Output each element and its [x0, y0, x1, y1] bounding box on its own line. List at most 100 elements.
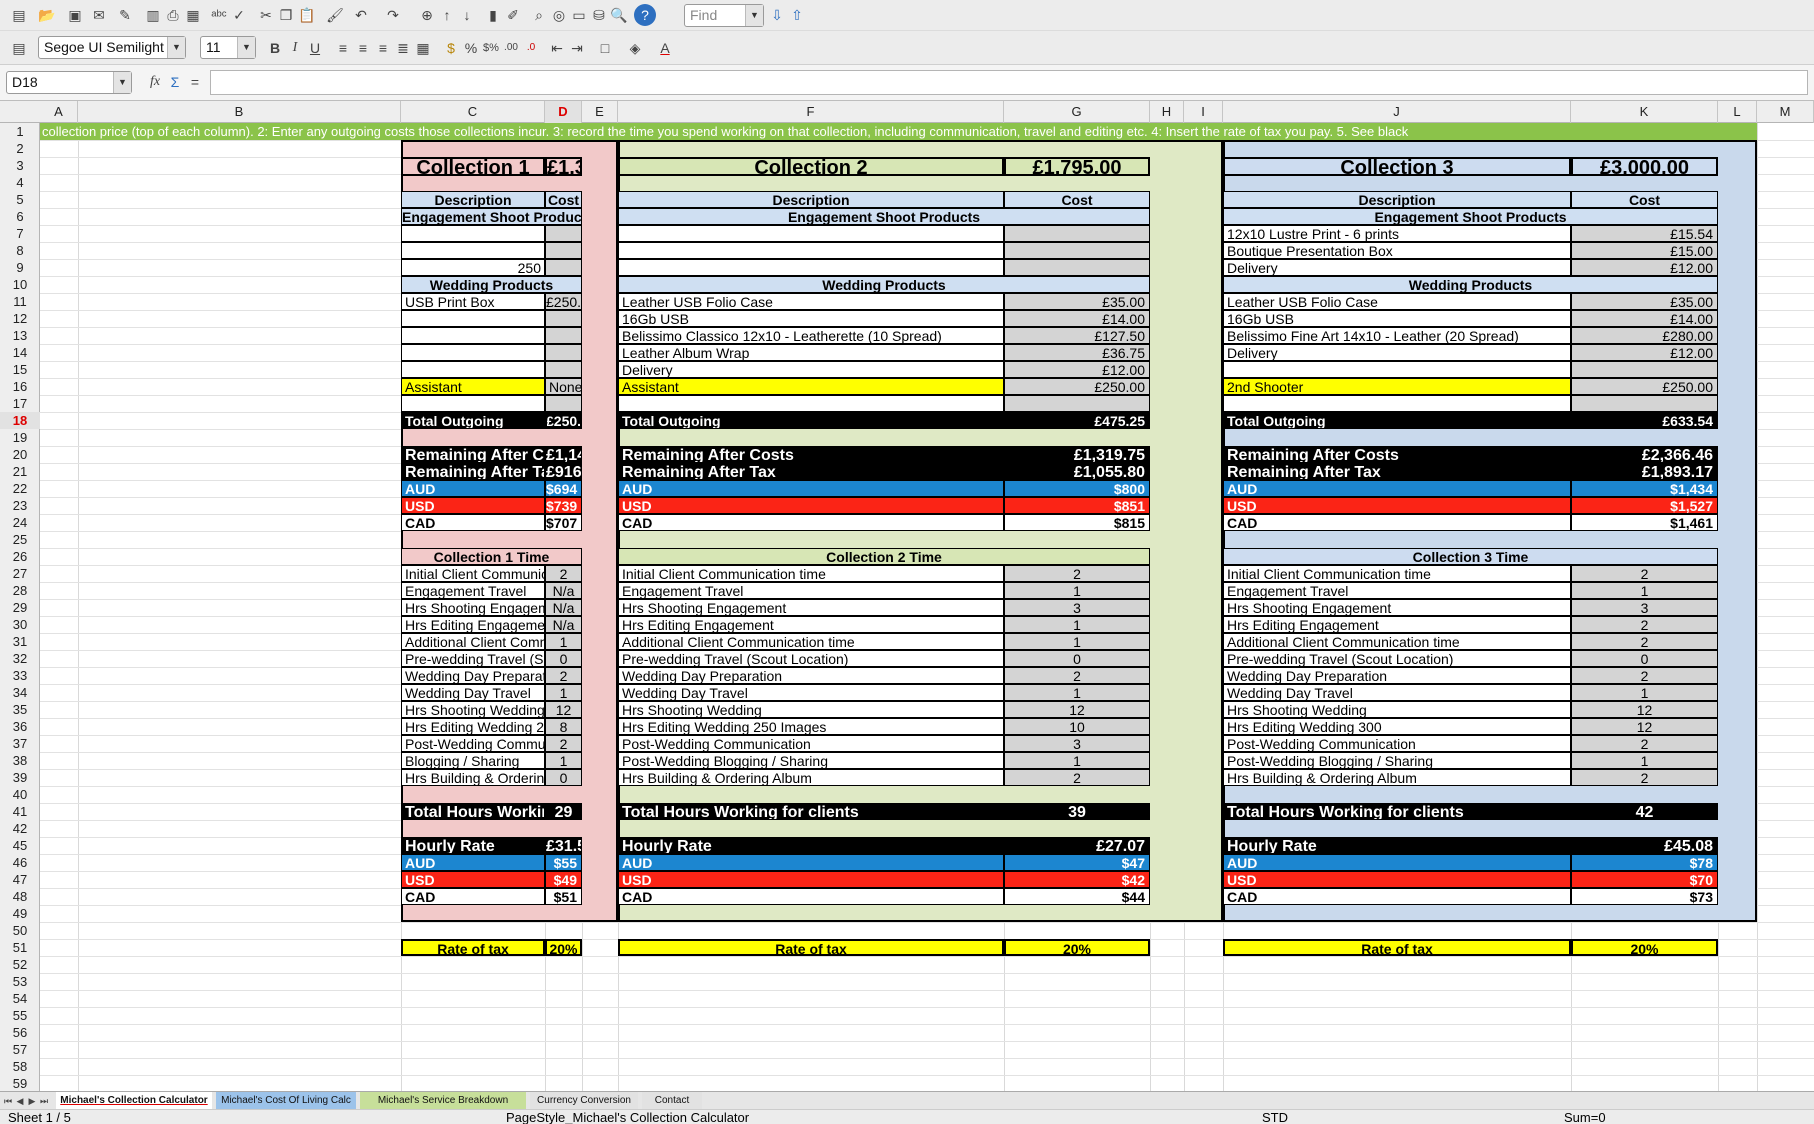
wedding-item-desc[interactable]: Leather Album Wrap	[618, 344, 1004, 361]
blank-cost[interactable]	[1571, 395, 1718, 412]
find-previous-icon[interactable]: ⇧	[786, 4, 808, 26]
row-header-56[interactable]: 56	[0, 1024, 40, 1041]
rate-of-tax-input[interactable]: 20%	[1004, 939, 1150, 956]
export-pdf-icon[interactable]: ▥	[142, 4, 164, 26]
time-task-hours[interactable]: 12	[1571, 701, 1718, 718]
column-header-b[interactable]: B	[78, 101, 401, 123]
row-header-2[interactable]: 2	[0, 140, 40, 157]
time-task-hours[interactable]: 1	[545, 752, 582, 769]
underline-icon[interactable]: U	[304, 37, 326, 59]
time-task-hours[interactable]: 2	[1571, 735, 1718, 752]
row-header-29[interactable]: 29	[0, 599, 40, 616]
time-task-hours[interactable]: 1	[1004, 684, 1150, 701]
time-task-hours[interactable]: 1	[1571, 582, 1718, 599]
column-header-m[interactable]: M	[1757, 101, 1814, 123]
row-header-58[interactable]: 58	[0, 1058, 40, 1075]
row-header-39[interactable]: 39	[0, 769, 40, 786]
time-task-hours[interactable]: 3	[1571, 599, 1718, 616]
time-task-hours[interactable]: 2	[1571, 667, 1718, 684]
time-task-hours[interactable]: 1	[545, 684, 582, 701]
wedding-item-desc[interactable]: USB Print Box	[401, 293, 545, 310]
time-task-hours[interactable]: 2	[545, 565, 582, 582]
time-task-hours[interactable]: 2	[1571, 633, 1718, 650]
time-task-hours[interactable]: 12	[545, 701, 582, 718]
find-next-icon[interactable]: ⇩	[766, 4, 788, 26]
time-task-hours[interactable]: 2	[1571, 769, 1718, 786]
row-header-47[interactable]: 47	[0, 871, 40, 888]
formula-input[interactable]	[210, 70, 1808, 95]
sheet-tab[interactable]: Michael's Cost Of Living Calc	[216, 1092, 356, 1109]
row-header-50[interactable]: 50	[0, 922, 40, 939]
name-box[interactable]: D18 ▼	[6, 71, 132, 94]
wedding-item-desc[interactable]	[401, 361, 545, 378]
time-task-hours[interactable]: 12	[1571, 718, 1718, 735]
undo-icon[interactable]: ↶	[350, 4, 372, 26]
wedding-item-desc[interactable]: Delivery	[1223, 344, 1571, 361]
blank-row[interactable]	[401, 395, 545, 412]
column-header-c[interactable]: C	[401, 101, 545, 123]
time-task-hours[interactable]: 1	[1004, 752, 1150, 769]
chevron-down-icon[interactable]: ▼	[237, 37, 255, 58]
print-icon[interactable]: ⎙	[162, 4, 184, 26]
chevron-down-icon[interactable]: ▼	[113, 72, 131, 93]
time-task-hours[interactable]: 0	[1004, 650, 1150, 667]
row-header-26[interactable]: 26	[0, 548, 40, 565]
column-header-g[interactable]: G	[1004, 101, 1150, 123]
row-header-46[interactable]: 46	[0, 854, 40, 871]
chevron-down-icon[interactable]: ▼	[745, 5, 763, 26]
open-folder-icon[interactable]: 📂	[36, 4, 58, 26]
wedding-item-desc[interactable]	[401, 327, 545, 344]
chart-icon[interactable]: ▮	[482, 4, 504, 26]
find-replace-icon[interactable]: ⌕	[528, 4, 550, 26]
blank-cost[interactable]	[1004, 395, 1150, 412]
engagement-item-desc[interactable]	[401, 242, 545, 259]
merge-cells-icon[interactable]: ▦	[412, 37, 434, 59]
wedding-item-desc[interactable]: 16Gb USB	[618, 310, 1004, 327]
time-task-hours[interactable]: N/a	[545, 582, 582, 599]
draw-functions-icon[interactable]: ✐	[502, 4, 524, 26]
align-right-icon[interactable]: ≡	[372, 37, 394, 59]
wedding-item-cost[interactable]	[545, 327, 582, 344]
row-header-37[interactable]: 37	[0, 735, 40, 752]
row-header-51[interactable]: 51	[0, 939, 40, 956]
wedding-item-cost[interactable]	[545, 361, 582, 378]
wedding-item-cost[interactable]: £14.00	[1571, 310, 1718, 327]
time-task-hours[interactable]: 2	[1004, 769, 1150, 786]
sheet-tab[interactable]: Michael's Collection Calculator	[56, 1092, 212, 1109]
extra-staff-desc[interactable]: Assistant	[618, 378, 1004, 395]
navigator-icon[interactable]: ◎	[548, 4, 570, 26]
wedding-item-cost[interactable]	[545, 310, 582, 327]
engagement-item-desc[interactable]	[618, 259, 1004, 276]
wedding-item-desc[interactable]: Leather USB Folio Case	[1223, 293, 1571, 310]
clone-format-icon[interactable]: 🖌	[324, 4, 346, 26]
time-task-hours[interactable]: 1	[1004, 582, 1150, 599]
row-header-33[interactable]: 33	[0, 667, 40, 684]
blank-row[interactable]	[1223, 395, 1571, 412]
time-task-hours[interactable]: 1	[545, 633, 582, 650]
cut-icon[interactable]: ✂	[255, 4, 277, 26]
time-task-hours[interactable]: 2	[1571, 565, 1718, 582]
borders-icon[interactable]: □	[594, 37, 616, 59]
row-header-34[interactable]: 34	[0, 684, 40, 701]
wedding-item-desc[interactable]: Belissimo Classico 12x10 - Leatherette (…	[618, 327, 1004, 344]
time-task-hours[interactable]: 2	[1004, 565, 1150, 582]
wedding-item-cost[interactable]: £35.00	[1571, 293, 1718, 310]
background-color-icon[interactable]: ◈	[624, 37, 646, 59]
column-header-h[interactable]: H	[1150, 101, 1184, 123]
row-header-7[interactable]: 7	[0, 225, 40, 242]
italic-icon[interactable]: I	[284, 37, 306, 59]
sheet-tab[interactable]: Michael's Service Breakdown	[360, 1092, 526, 1109]
autospellcheck-icon[interactable]: ✓	[228, 4, 250, 26]
wedding-item-cost[interactable]: £36.75	[1004, 344, 1150, 361]
extra-staff-desc[interactable]: Assistant	[401, 378, 545, 395]
wedding-item-cost[interactable]: £127.50	[1004, 327, 1150, 344]
row-header-52[interactable]: 52	[0, 956, 40, 973]
wedding-item-cost[interactable]: £280.00	[1571, 327, 1718, 344]
new-document-icon[interactable]: ▤	[8, 4, 30, 26]
row-header-20[interactable]: 20	[0, 446, 40, 463]
row-header-48[interactable]: 48	[0, 888, 40, 905]
time-task-hours[interactable]: 8	[545, 718, 582, 735]
function-wizard-icon[interactable]: fx	[144, 71, 166, 93]
time-task-hours[interactable]: 2	[545, 667, 582, 684]
hyperlink-icon[interactable]: ⊕	[416, 4, 438, 26]
